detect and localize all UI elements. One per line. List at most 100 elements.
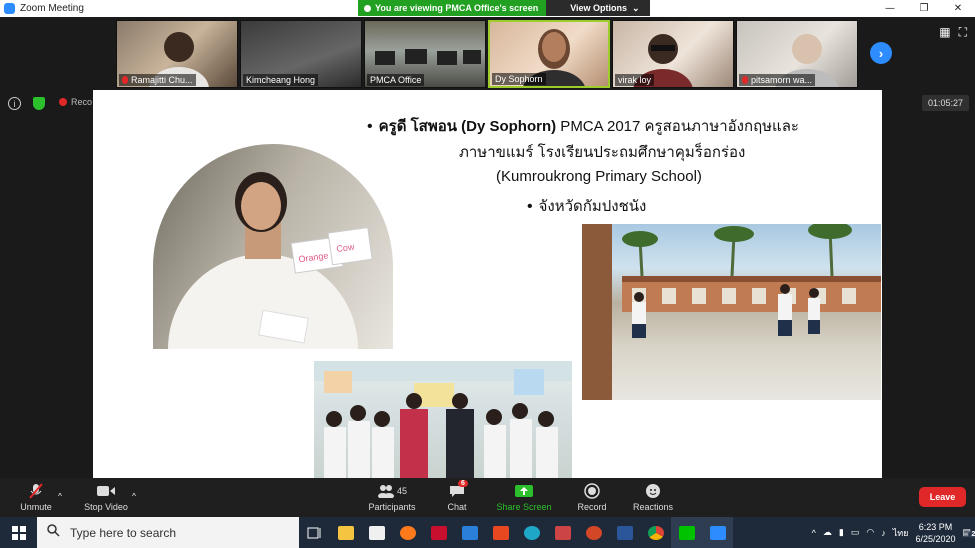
participant-name-tag: Ramajitti Chu... (119, 74, 196, 86)
line-app-icon[interactable] (671, 517, 702, 548)
video-tile-active-speaker[interactable]: Dy Sophorn (488, 20, 610, 88)
participant-name: Ramajitti Chu... (131, 75, 193, 85)
word-icon[interactable] (609, 517, 640, 548)
participant-name-tag: virak loy (615, 74, 655, 86)
participants-count: 45 (396, 486, 407, 496)
system-tray: ^ ☁ ▮ ▭ ◠ ♪ ไทย 6:23 PM 6/25/2020 ▤22 (812, 517, 975, 548)
leave-button[interactable]: Leave (919, 487, 966, 507)
share-screen-button[interactable]: Share Screen (496, 478, 552, 517)
video-tile[interactable]: virak loy (612, 20, 734, 88)
close-icon[interactable]: ✕ (941, 0, 975, 17)
participant-name: virak loy (618, 75, 652, 85)
participant-name-tag: Dy Sophorn (492, 73, 546, 85)
zoom-app-icon (4, 3, 15, 14)
task-view-icon[interactable] (299, 517, 330, 548)
fullscreen-icon[interactable]: ⛶ (959, 25, 967, 40)
reactions-button[interactable]: Reactions (630, 478, 676, 517)
video-options-chevron-icon[interactable]: ^ (128, 478, 140, 517)
zoom-taskbar-icon[interactable] (702, 517, 733, 548)
volume-icon[interactable]: ♪ (881, 528, 886, 538)
taskbar-clock[interactable]: 6:23 PM 6/25/2020 (915, 521, 955, 545)
video-tile[interactable]: Kimcheang Hong (240, 20, 362, 88)
slide-teacher-name: ครูดี โสพอน (Dy Sophorn) (378, 118, 557, 135)
gallery-view-icon[interactable]: ▦ (939, 25, 950, 40)
chat-button[interactable]: 6 Chat (440, 478, 474, 517)
firefox-icon[interactable] (392, 517, 423, 548)
share-screen-label: Share Screen (496, 502, 552, 512)
meeting-toolbar: Unmute ^ Stop Video ^ 45 Participants 6 … (0, 478, 975, 517)
stop-video-button[interactable]: Stop Video (80, 478, 132, 517)
meeting-timer: 01:05:27 (922, 95, 970, 111)
mic-muted-icon (29, 483, 43, 499)
view-options-button[interactable]: View Options ⌄ (546, 0, 650, 16)
maximize-icon[interactable]: ❐ (907, 0, 941, 17)
participants-icon: 45 (377, 483, 407, 499)
slide-line-4: • จังหวัดกัมปงชนัง (527, 194, 646, 218)
mic-muted-icon (742, 76, 748, 84)
slide-line-2: ภาษาขแมร์ โรงเรียนประถมศึกษาคุมร็อกร่อง (459, 144, 746, 161)
school-photo (582, 224, 881, 400)
recording-label: Reco (71, 97, 93, 107)
reactions-label: Reactions (632, 502, 674, 512)
clock-date: 6/25/2020 (915, 533, 956, 544)
onedrive-cloud-icon[interactable]: ☁ (823, 527, 832, 538)
notification-center-icon[interactable]: ▤22 (962, 527, 975, 538)
recording-indicator[interactable]: Reco (59, 97, 92, 107)
clock-time: 6:23 PM (918, 521, 953, 532)
minimize-icon[interactable]: — (873, 0, 907, 17)
info-icon[interactable]: i (8, 97, 21, 110)
chrome-icon[interactable] (640, 517, 671, 548)
chat-label: Chat (447, 502, 467, 512)
video-tile[interactable]: pitsamorn wa... (736, 20, 858, 88)
meeting-area: Ramajitti Chu... Kimcheang Hong PMCA Off… (0, 17, 975, 478)
participant-name-tag: pitsamorn wa... (739, 74, 816, 86)
file-explorer-icon[interactable] (330, 517, 361, 548)
viewing-indicator: You are viewing PMCA Office's screen (358, 0, 547, 16)
participant-name: PMCA Office (370, 75, 422, 85)
slide-line-1: • ครูดี โสพอน (Dy Sophorn) PMCA 2017 ครูส… (367, 114, 799, 138)
participant-name-tag: Kimcheang Hong (243, 74, 319, 86)
smiley-icon (645, 483, 661, 499)
record-button[interactable]: Record (574, 478, 610, 517)
show-hidden-icons-chevron-icon[interactable]: ^ (812, 528, 816, 538)
participant-name: Dy Sophorn (495, 74, 543, 84)
search-placeholder: Type here to search (70, 525, 177, 540)
next-page-arrow-icon[interactable]: › (870, 42, 892, 64)
window-title: Zoom Meeting (20, 3, 84, 14)
unmute-button[interactable]: Unmute (18, 478, 54, 517)
participants-label: Participants (368, 502, 416, 512)
video-tile[interactable]: PMCA Office (364, 20, 486, 88)
window-controls: — ❐ ✕ (873, 0, 975, 17)
taskbar-search-box[interactable]: Type here to search (37, 517, 299, 548)
edge-icon[interactable] (516, 517, 547, 548)
windows-start-icon[interactable] (0, 517, 37, 548)
security-shield-icon[interactable] (33, 97, 45, 110)
viewing-text: You are viewing PMCA Office's screen (375, 3, 539, 13)
participant-name-tag: PMCA Office (367, 74, 425, 86)
office-icon[interactable] (485, 517, 516, 548)
store-icon[interactable] (361, 517, 392, 548)
usb-icon[interactable]: ▮ (839, 527, 844, 538)
video-tile[interactable]: Ramajitti Chu... (116, 20, 238, 88)
wifi-icon[interactable]: ◠ (866, 527, 874, 538)
stop-video-label: Stop Video (84, 502, 128, 512)
search-icon (47, 523, 60, 542)
chevron-down-icon: ⌄ (632, 2, 640, 13)
mic-muted-icon (122, 76, 128, 84)
chat-badge: 6 (458, 480, 468, 487)
windows-taskbar: Type here to search ^ ☁ ▮ ▭ ◠ ♪ ไทย 6:23… (0, 517, 975, 548)
chat-icon: 6 (449, 480, 468, 499)
record-dot-icon (59, 98, 67, 106)
battery-icon[interactable]: ▭ (851, 527, 860, 538)
language-indicator[interactable]: ไทย (893, 526, 909, 540)
participant-name: Kimcheang Hong (246, 75, 316, 85)
mcafee-icon[interactable] (423, 517, 454, 548)
audio-options-chevron-icon[interactable]: ^ (54, 478, 66, 517)
snipping-tool-icon[interactable] (547, 517, 578, 548)
mail-icon[interactable] (454, 517, 485, 548)
bullet-icon: • (367, 118, 373, 135)
record-icon (584, 483, 600, 499)
powerpoint-icon[interactable] (578, 517, 609, 548)
teacher-photo-mask: Orange Cow (153, 144, 393, 349)
participants-button[interactable]: 45 Participants (366, 478, 418, 517)
